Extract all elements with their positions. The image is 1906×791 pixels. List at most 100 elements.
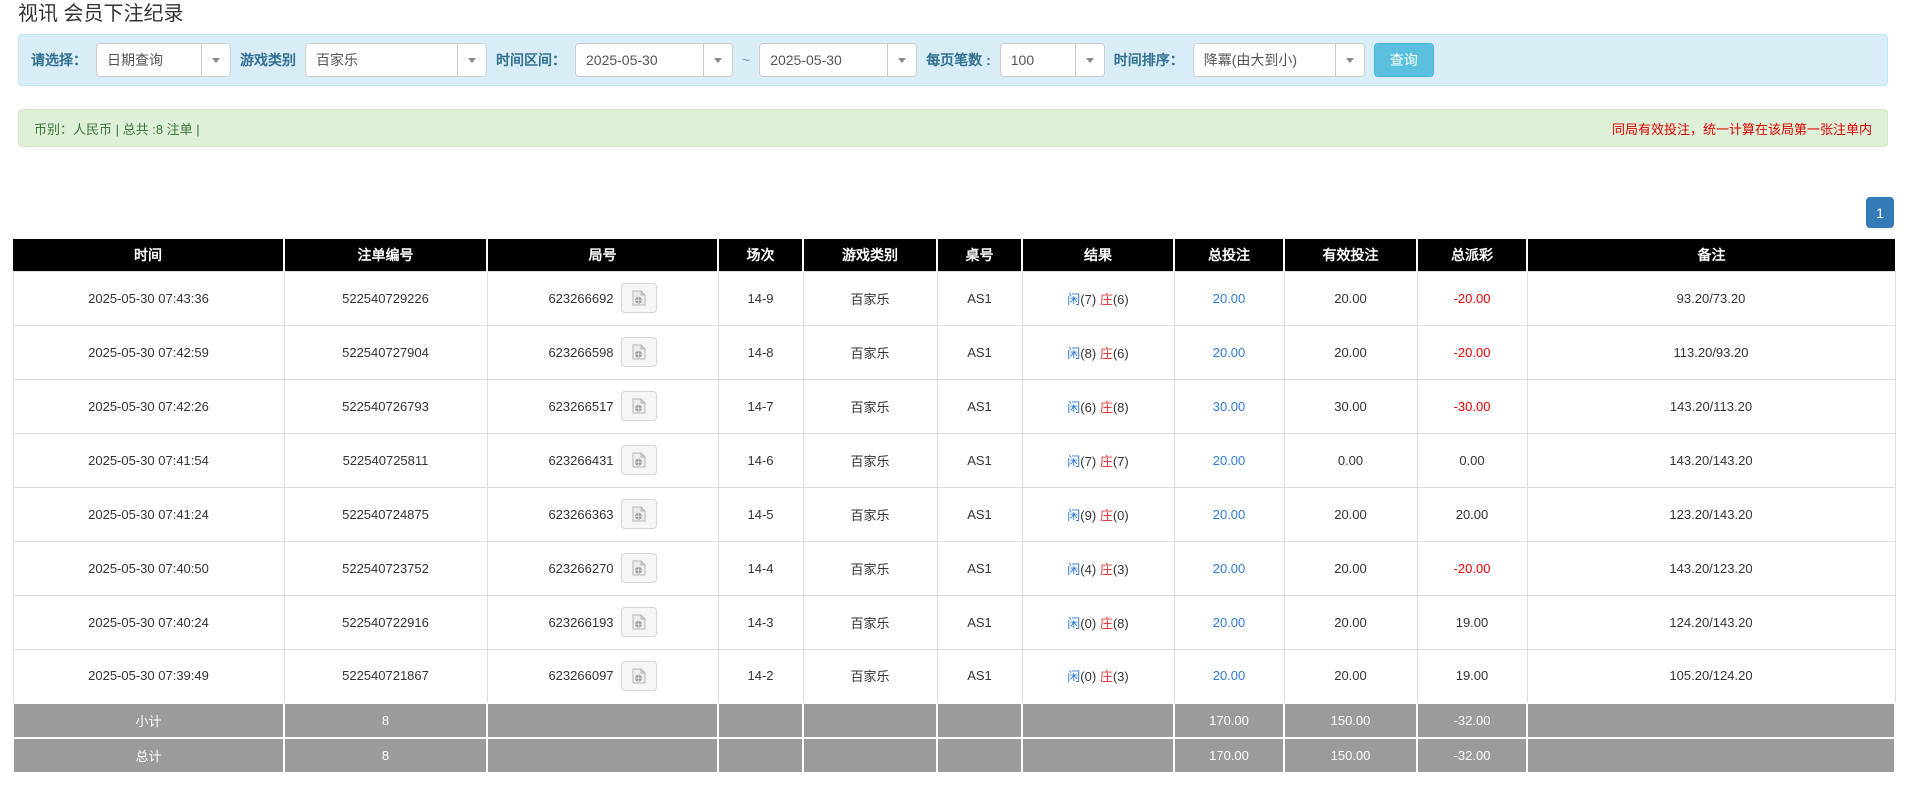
round-id: 623266097 [548,668,613,683]
table-no: AS1 [937,541,1022,595]
banker-score: (3) [1113,669,1129,684]
grand-total-count: 8 [284,738,487,773]
payout: 19.00 [1417,595,1527,649]
bet-id: 522540723752 [284,541,487,595]
date-to-input[interactable]: 2025-05-30 [759,43,917,77]
round-id: 623266431 [548,453,613,468]
grand-total-valid-bet: 150.00 [1284,738,1417,773]
video-replay-button[interactable] [621,283,657,313]
video-file-icon [631,506,646,522]
query-type-select[interactable]: 日期查询 [96,43,231,77]
round-cell: 623266431 [487,433,718,487]
page-button-1[interactable]: 1 [1866,197,1894,228]
total-bet-link[interactable]: 20.00 [1174,487,1284,541]
note: 124.20/143.20 [1527,595,1895,649]
bet-time: 2025-05-30 07:41:24 [13,487,284,541]
total-bet-link[interactable]: 20.00 [1174,595,1284,649]
total-bet-link[interactable]: 20.00 [1174,271,1284,325]
video-replay-button[interactable] [621,499,657,529]
bet-id: 522540724875 [284,487,487,541]
bet-time: 2025-05-30 07:43:36 [13,271,284,325]
date-range-tilde: ~ [742,52,750,68]
player-result-label: 闲 [1067,669,1080,684]
grand-total-payout: -32.00 [1417,738,1527,773]
total-bet-link[interactable]: 20.00 [1174,433,1284,487]
bet-id: 522540722916 [284,595,487,649]
banker-score: (8) [1113,616,1129,631]
round-id: 623266270 [548,561,613,576]
subtotal-count: 8 [284,703,487,738]
per-page-select[interactable]: 100 [1000,43,1105,77]
table-no: AS1 [937,433,1022,487]
session: 14-7 [718,379,803,433]
table-row: 2025-05-30 07:42:26 522540726793 6232665… [13,379,1895,433]
bet-id: 522540727904 [284,325,487,379]
note: 113.20/93.20 [1527,325,1895,379]
total-bet-link[interactable]: 30.00 [1174,379,1284,433]
result-cell: 闲(0) 庄(3) [1022,649,1174,703]
round-cell: 623266363 [487,487,718,541]
payout: 20.00 [1417,487,1527,541]
round-id: 623266598 [548,345,613,360]
game-type: 百家乐 [803,487,937,541]
chevron-down-icon[interactable] [457,44,486,76]
round-id: 623266363 [548,507,613,522]
table-no: AS1 [937,595,1022,649]
game-type: 百家乐 [803,271,937,325]
chevron-down-icon[interactable] [201,44,230,76]
video-replay-button[interactable] [621,445,657,475]
session: 14-5 [718,487,803,541]
chevron-down-icon[interactable] [887,44,916,76]
sort-select[interactable]: 降冪(由大到小) [1193,43,1365,77]
subtotal-valid-bet: 150.00 [1284,703,1417,738]
video-replay-button[interactable] [621,661,657,691]
table-body: 2025-05-30 07:43:36 522540729226 6232666… [13,271,1895,703]
banker-score: (3) [1113,562,1129,577]
round-cell: 623266097 [487,649,718,703]
video-replay-button[interactable] [621,607,657,637]
banker-result-label: 庄 [1100,292,1113,307]
page-title: 视讯 会员下注纪录 [18,0,1906,26]
player-result-label: 闲 [1067,616,1080,631]
valid-bet: 20.00 [1284,325,1417,379]
query-type-value: 日期查询 [97,44,201,76]
header-valid-bet: 有效投注 [1284,239,1417,271]
table-no: AS1 [937,649,1022,703]
game-type: 百家乐 [803,379,937,433]
total-bet-link[interactable]: 20.00 [1174,649,1284,703]
sort-label: 时间排序： [1114,50,1184,70]
game-type-select[interactable]: 百家乐 [305,43,487,77]
player-result-label: 闲 [1067,454,1080,469]
player-result-label: 闲 [1067,292,1080,307]
table-row: 2025-05-30 07:41:54 522540725811 6232664… [13,433,1895,487]
total-bet-link[interactable]: 20.00 [1174,541,1284,595]
chevron-down-icon[interactable] [1075,44,1104,76]
video-replay-button[interactable] [621,391,657,421]
player-score: (0) [1080,669,1096,684]
banker-score: (6) [1113,292,1129,307]
date-from-input[interactable]: 2025-05-30 [575,43,733,77]
game-type: 百家乐 [803,433,937,487]
valid-bet: 20.00 [1284,649,1417,703]
subtotal-label: 小计 [13,703,284,738]
bet-records-table: 时间 注单编号 局号 场次 游戏类别 桌号 结果 总投注 有效投注 总派彩 备注… [12,239,1896,774]
table-header-row: 时间 注单编号 局号 场次 游戏类别 桌号 结果 总投注 有效投注 总派彩 备注 [13,239,1895,271]
chevron-down-icon[interactable] [1335,44,1364,76]
valid-bet: 20.00 [1284,595,1417,649]
search-button[interactable]: 查询 [1374,43,1434,77]
video-replay-button[interactable] [621,337,657,367]
video-replay-button[interactable] [621,553,657,583]
result-cell: 闲(4) 庄(3) [1022,541,1174,595]
player-score: (6) [1080,400,1096,415]
table-row: 2025-05-30 07:40:24 522540722916 6232661… [13,595,1895,649]
payout: 0.00 [1417,433,1527,487]
note: 105.20/124.20 [1527,649,1895,703]
video-file-icon [631,344,646,360]
table-no: AS1 [937,325,1022,379]
player-score: (8) [1080,346,1096,361]
total-bet-link[interactable]: 20.00 [1174,325,1284,379]
game-type: 百家乐 [803,649,937,703]
note: 93.20/73.20 [1527,271,1895,325]
bet-time: 2025-05-30 07:40:50 [13,541,284,595]
chevron-down-icon[interactable] [703,44,732,76]
